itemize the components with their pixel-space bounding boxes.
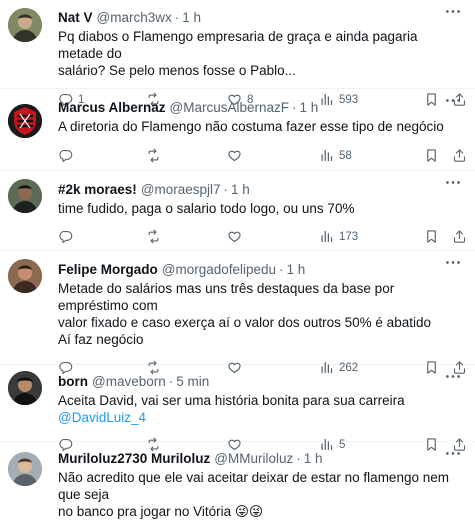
tweet-text-line: Não acredito que ele vai aceitar deixar … <box>58 470 449 502</box>
views-chart-icon <box>319 229 334 244</box>
tweet-text-line: time fudido, paga o salario todo logo, o… <box>58 201 355 216</box>
heart-icon <box>227 148 242 163</box>
timestamp[interactable]: 1 h <box>300 100 319 115</box>
avatar[interactable] <box>8 179 42 213</box>
separator-dot: · <box>279 261 284 277</box>
more-options-icon[interactable] <box>443 255 463 269</box>
timestamp[interactable]: 5 min <box>176 374 209 389</box>
more-options-icon[interactable] <box>443 446 463 460</box>
tweet[interactable]: #2k moraes! @moraespjl7 · 1 h time fudid… <box>0 171 475 251</box>
user-handle[interactable]: @morgadofelipedu <box>162 262 276 277</box>
tweet-text: Metade do salários mas uns três destaque… <box>58 280 463 348</box>
timestamp[interactable]: 1 h <box>231 182 250 197</box>
separator-dot: · <box>296 450 301 466</box>
retweet-button[interactable] <box>146 148 161 163</box>
bookmark-button[interactable] <box>424 148 439 163</box>
user-handle[interactable]: @MarcusAlbernazF <box>170 100 290 115</box>
more-options-icon[interactable] <box>443 175 463 189</box>
tweet-text-line: Aí faz negócio <box>58 332 144 347</box>
share-button[interactable] <box>452 148 467 163</box>
timestamp[interactable]: 1 h <box>182 10 201 25</box>
heart-icon <box>227 229 242 244</box>
display-name[interactable]: Muriloluz2730 Muriloluz <box>58 451 210 466</box>
tweet-text-line: salário? Se pelo menos fosse o Pablo... <box>58 63 296 78</box>
user-handle[interactable]: @maveborn <box>92 374 166 389</box>
retweet-icon <box>146 229 161 244</box>
more-options-icon[interactable] <box>443 369 463 383</box>
reply-icon <box>58 229 73 244</box>
tweet-text: A diretoria do Flamengo não costuma faze… <box>58 118 463 135</box>
avatar[interactable] <box>8 371 42 405</box>
tweet-text: Pq diabos o Flamengo empresaria de graça… <box>58 28 463 79</box>
reply-button[interactable] <box>58 229 73 244</box>
user-handle[interactable]: @march3wx <box>97 10 172 25</box>
tweet[interactable]: Nat V @march3wx · 1 h Pq diabos o Flamen… <box>0 0 475 89</box>
tweet-text-line: Aceita David, vai ser uma história bonit… <box>58 393 405 408</box>
bookmark-icon <box>424 229 439 244</box>
retweet-button[interactable] <box>146 229 161 244</box>
tweet[interactable]: Felipe Morgado @morgadofelipedu · 1 h Me… <box>0 251 475 365</box>
tweet-text-line: valor fixado e caso exerça aí o valor do… <box>58 315 431 330</box>
tweet[interactable]: Muriloluz2730 Muriloluz @MMuriloluz · 1 … <box>0 442 475 519</box>
bookmark-button[interactable] <box>424 229 439 244</box>
user-handle[interactable]: @moraespjl7 <box>141 182 221 197</box>
share-icon <box>452 229 467 244</box>
views-button[interactable]: 173 <box>319 229 358 244</box>
more-options-icon[interactable] <box>443 93 463 107</box>
reply-icon <box>58 148 73 163</box>
display-name[interactable]: Felipe Morgado <box>58 262 158 277</box>
more-options-icon[interactable] <box>443 4 463 18</box>
avatar[interactable] <box>8 452 42 486</box>
timestamp[interactable]: 1 h <box>304 451 323 466</box>
display-name[interactable]: Marcus Albernaz <box>58 100 166 115</box>
tweet-text: Aceita David, vai ser uma história bonit… <box>58 392 463 426</box>
display-name[interactable]: #2k moraes! <box>58 182 137 197</box>
separator-dot: · <box>174 9 180 25</box>
avatar[interactable] <box>8 259 42 293</box>
share-button[interactable] <box>452 229 467 244</box>
views-count: 173 <box>339 230 359 243</box>
mention-link[interactable]: @DavidLuiz_4 <box>58 410 146 425</box>
timestamp[interactable]: 1 h <box>287 262 306 277</box>
share-icon <box>452 148 467 163</box>
views-chart-icon <box>319 148 334 163</box>
tweet-text-line: Metade do salários mas uns três destaque… <box>58 281 395 313</box>
replies-feed: Nat V @march3wx · 1 h Pq diabos o Flamen… <box>0 0 475 519</box>
retweet-icon <box>146 148 161 163</box>
tweet[interactable]: born @maveborn · 5 min Aceita David, vai… <box>0 365 475 442</box>
action-bar: 58 <box>58 144 463 170</box>
separator-dot: · <box>292 99 297 115</box>
views-button[interactable]: 58 <box>319 148 352 163</box>
separator-dot: · <box>168 373 174 389</box>
user-handle[interactable]: @MMuriloluz <box>214 451 293 466</box>
display-name[interactable]: born <box>58 374 88 389</box>
separator-dot: · <box>223 181 229 197</box>
bookmark-icon <box>424 148 439 163</box>
like-button[interactable] <box>227 229 242 244</box>
avatar[interactable] <box>8 104 42 138</box>
like-button[interactable] <box>227 148 242 163</box>
avatar[interactable] <box>8 8 42 42</box>
tweet[interactable]: Marcus Albernaz @MarcusAlbernazF · 1 h A… <box>0 89 475 171</box>
tweet-text: Não acredito que ele vai aceitar deixar … <box>58 469 463 520</box>
action-bar: 173 <box>58 225 463 251</box>
tweet-text: time fudido, paga o salario todo logo, o… <box>58 200 463 217</box>
views-count: 58 <box>339 149 352 162</box>
reply-button[interactable] <box>58 148 73 163</box>
tweet-text-line: A diretoria do Flamengo não costuma faze… <box>58 119 444 134</box>
display-name[interactable]: Nat V <box>58 10 93 25</box>
tweet-text-line: Pq diabos o Flamengo empresaria de graça… <box>58 29 418 61</box>
